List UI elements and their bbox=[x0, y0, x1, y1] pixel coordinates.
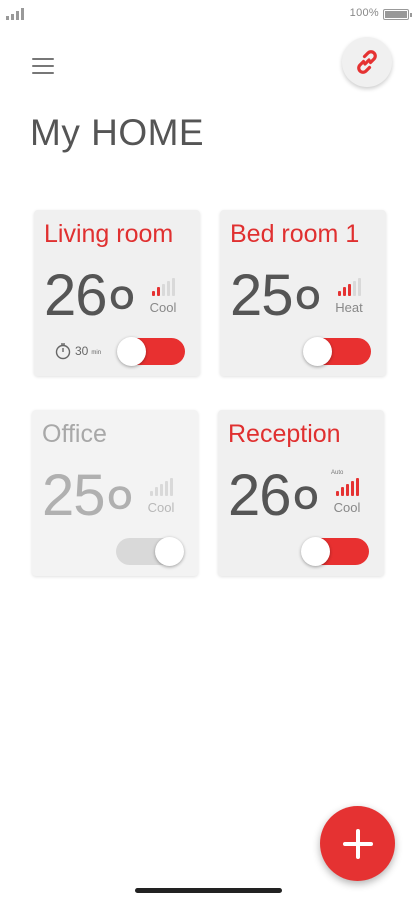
fan-level-icon: Auto bbox=[331, 470, 363, 496]
link-icon bbox=[357, 50, 377, 74]
home-indicator bbox=[135, 888, 282, 893]
battery-percentage: 100% bbox=[349, 7, 379, 19]
power-toggle[interactable] bbox=[117, 337, 185, 366]
degree-icon: O bbox=[295, 280, 321, 316]
fan-level-icon bbox=[145, 478, 177, 496]
mode-indicator: Cool bbox=[147, 278, 179, 315]
degree-icon: O bbox=[109, 280, 135, 316]
mode-label: Cool bbox=[147, 500, 175, 515]
timer[interactable]: 30 min bbox=[54, 342, 101, 360]
signal-icon bbox=[6, 8, 26, 20]
timer-unit: min bbox=[91, 350, 102, 356]
mode-indicator: Heat bbox=[333, 278, 365, 315]
hamburger-menu-icon[interactable] bbox=[32, 58, 54, 76]
room-temperature: 26O bbox=[228, 463, 319, 528]
mode-indicator: Auto Cool bbox=[331, 470, 363, 515]
mode-label: Heat bbox=[335, 300, 363, 315]
room-name: Living room bbox=[44, 220, 174, 248]
page-title: My HOME bbox=[30, 112, 205, 153]
room-name: Bed room 1 bbox=[230, 220, 360, 248]
room-card-living-room[interactable]: Living room 26O Cool 30 min bbox=[34, 210, 200, 376]
room-card-bed-room-1[interactable]: Bed room 1 25O Heat bbox=[220, 210, 386, 376]
room-temperature: 25O bbox=[230, 263, 321, 328]
degree-icon: O bbox=[107, 480, 133, 516]
toggle-knob bbox=[155, 537, 184, 566]
room-temperature: 25O bbox=[42, 463, 133, 528]
link-button[interactable] bbox=[342, 37, 392, 87]
mode-indicator: Cool bbox=[145, 478, 177, 515]
toggle-knob bbox=[117, 337, 146, 366]
power-toggle[interactable] bbox=[301, 537, 369, 566]
battery-icon bbox=[383, 9, 412, 20]
status-bar: 100% bbox=[0, 0, 415, 26]
auto-label: Auto bbox=[331, 470, 344, 476]
power-toggle[interactable] bbox=[303, 337, 371, 366]
toggle-knob bbox=[301, 537, 330, 566]
add-room-button[interactable] bbox=[320, 806, 395, 881]
toggle-knob bbox=[303, 337, 332, 366]
timer-value: 30 bbox=[75, 344, 89, 358]
stopwatch-icon bbox=[55, 343, 71, 360]
room-temperature: 26O bbox=[44, 263, 135, 328]
room-name: Office bbox=[42, 420, 107, 448]
power-toggle[interactable] bbox=[116, 537, 184, 566]
degree-icon: O bbox=[293, 480, 319, 516]
fan-level-icon bbox=[333, 278, 365, 296]
mode-label: Cool bbox=[149, 300, 177, 315]
room-name: Reception bbox=[228, 420, 341, 448]
fan-level-icon bbox=[147, 278, 179, 296]
room-card-office[interactable]: Office 25O Cool bbox=[32, 410, 198, 576]
room-card-reception[interactable]: Reception 26O Auto Cool bbox=[218, 410, 384, 576]
mode-label: Cool bbox=[333, 500, 361, 515]
